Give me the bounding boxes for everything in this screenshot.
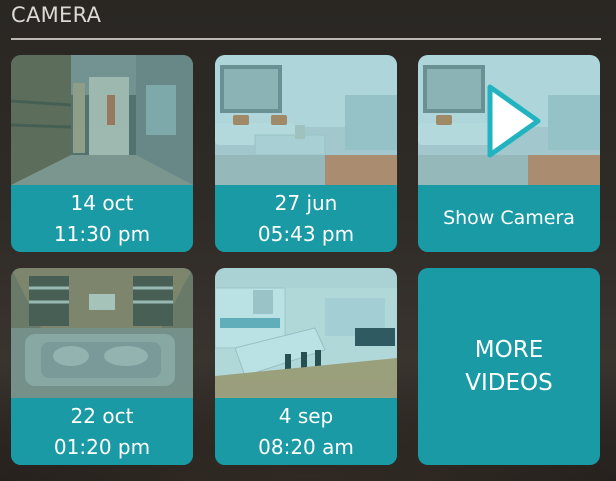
video-thumbnail-1 [11,55,193,185]
show-camera-label: Show Camera [443,207,575,229]
show-camera-tile[interactable]: Show Camera [418,55,600,252]
video-thumbnail-4 [215,268,397,398]
video-caption-1: 14 oct 11:30 pm [11,185,193,252]
video-date-3: 22 oct [70,403,134,428]
video-date-4: 4 sep [278,403,334,428]
video-tile-3[interactable]: 22 oct 01:20 pm [11,268,193,465]
more-videos-line-1: MORE [474,336,544,363]
video-date-2: 27 jun [274,190,338,215]
video-time-1: 11:30 pm [53,221,151,246]
video-tile-4[interactable]: 4 sep 08:20 am [215,268,397,465]
show-camera-caption: Show Camera [418,185,600,252]
video-caption-3: 22 oct 01:20 pm [11,398,193,465]
video-date-1: 14 oct [70,190,134,215]
more-videos-label: MORE VIDEOS [418,268,600,465]
section-header: CAMERA [11,0,601,40]
more-videos-button[interactable]: MORE VIDEOS [418,268,600,465]
video-time-2: 05:43 pm [257,221,355,246]
more-videos-line-2: VIDEOS [465,369,553,396]
video-thumbnail-2 [215,55,397,185]
video-time-3: 01:20 pm [53,434,151,459]
video-caption-2: 27 jun 05:43 pm [215,185,397,252]
video-caption-4: 4 sep 08:20 am [215,398,397,465]
section-title: CAMERA [11,3,102,27]
video-thumbnail-3 [11,268,193,398]
video-time-4: 08:20 am [258,434,354,459]
video-tile-2[interactable]: 27 jun 05:43 pm [215,55,397,252]
play-icon[interactable] [486,83,542,159]
video-tile-1[interactable]: 14 oct 11:30 pm [11,55,193,252]
